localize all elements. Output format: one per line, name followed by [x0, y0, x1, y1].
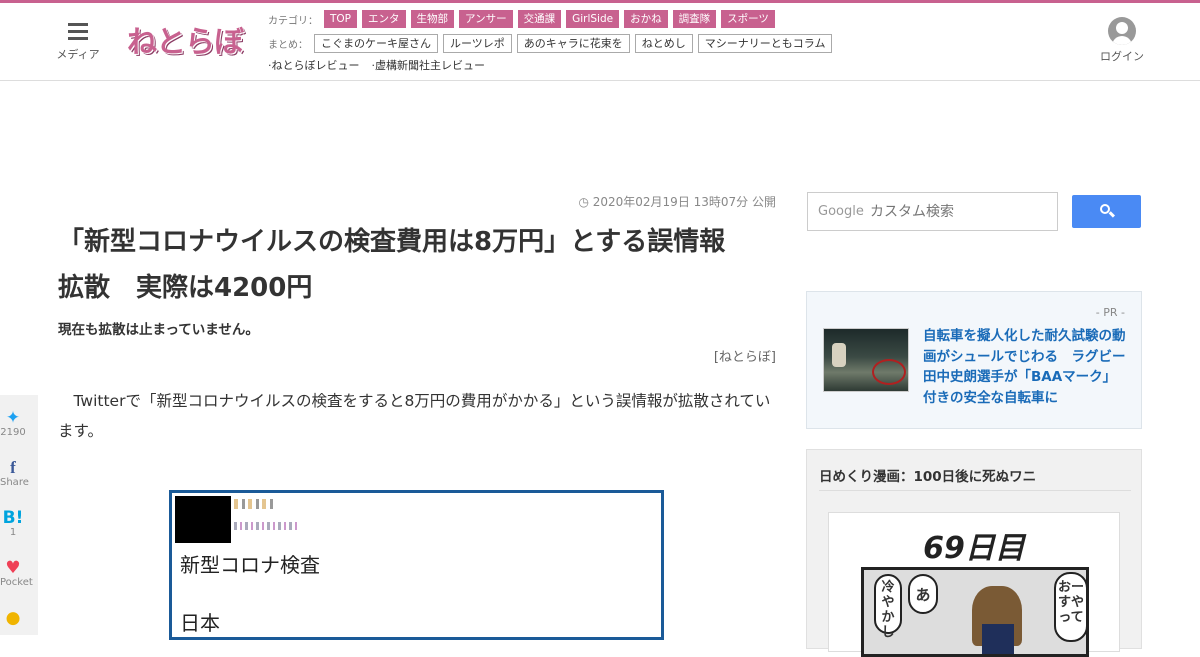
redacted-avatar	[175, 496, 231, 543]
hatena-bookmark-button[interactable]: B! 1	[0, 509, 26, 538]
manga-speech-bubble-3: おーすやって	[1054, 572, 1088, 642]
tweet-text-line2: 日本	[180, 611, 220, 635]
matome-nav: まとめ： こぐまのケーキ屋さん ルーツレポ あのキャラに花束を ねとめし マシー…	[268, 33, 837, 53]
crocodile-character	[972, 586, 1022, 654]
matome-link-roots[interactable]: ルーツレポ	[443, 33, 512, 53]
article-source[interactable]: [ねとらぼ]	[600, 346, 776, 365]
review-link-kyoko[interactable]: ·虚構新聞社主レビュー	[372, 57, 486, 73]
site-logo[interactable]: ねとらぼ	[127, 17, 244, 61]
facebook-share-button[interactable]: f Share	[0, 458, 29, 489]
review-link-netorabo[interactable]: ·ねとらぼレビュー	[268, 57, 360, 73]
twitter-share-count: 2190	[0, 427, 26, 438]
manga-day-title: 69日目	[923, 531, 1025, 566]
manga-speech-bubble-1: 冷やかし	[874, 574, 902, 640]
custom-search-box: Google	[807, 192, 1058, 231]
hatena-bookmark-count: 1	[9, 527, 17, 538]
pixelated-handle	[234, 522, 298, 530]
pocket-icon: ♥	[5, 558, 21, 578]
pr-article-card[interactable]: - PR - 自転車を擬人化した耐久試験の動画がシュールでじわる ラグビー田中史…	[806, 291, 1142, 429]
pocket-button[interactable]: ♥ Pocket	[0, 558, 33, 588]
pixelated-username	[234, 499, 274, 509]
speech-bubble-icon: ●	[5, 608, 21, 628]
category-tab-answer[interactable]: アンサー	[459, 10, 513, 28]
pr-article-link[interactable]: 自転車を擬人化した耐久試験の動画がシュールでじわる ラグビー田中史朗選手が「BA…	[923, 326, 1129, 408]
manga-widget: 日めくり漫画：100日後に死ぬワニ 69日目 冷やかし あ おーすやって	[806, 449, 1142, 657]
facebook-icon: f	[10, 458, 16, 477]
manga-card[interactable]: 69日目 冷やかし あ おーすやって	[828, 512, 1120, 657]
category-tab-enta[interactable]: エンタ	[362, 10, 406, 28]
manga-speech-bubble-2: あ	[908, 574, 938, 614]
menu-label: メディア	[56, 48, 100, 61]
tweet-text-line1: 新型コロナ検査	[180, 553, 320, 577]
search-input[interactable]	[870, 202, 1050, 222]
article-title-line2: 拡散 実際は4200円	[58, 273, 313, 303]
manga-panel: 冷やかし あ おーすやって	[861, 567, 1089, 657]
category-label: カテゴリ：	[268, 15, 318, 27]
pocket-label: Pocket	[0, 577, 33, 588]
review-nav: ·ねとらぼレビュー ·虚構新聞社主レビュー	[268, 56, 497, 74]
facebook-share-label: Share	[0, 477, 29, 488]
share-sidebar: ✦ 2190 f Share B! 1 ♥ Pocket ●	[0, 395, 38, 635]
category-tab-girlside[interactable]: GirlSide	[566, 10, 620, 28]
category-tab-chousatai[interactable]: 調査隊	[672, 10, 717, 28]
category-tab-seibutsubu[interactable]: 生物部	[410, 10, 455, 28]
publish-date: ◷ 2020年02月19日 13時07分 公開	[578, 195, 776, 209]
search-icon-handle	[1108, 211, 1116, 218]
pr-thumbnail[interactable]	[823, 328, 909, 392]
search-button[interactable]	[1072, 195, 1141, 228]
matome-label: まとめ：	[268, 39, 308, 51]
tweet-screenshot: 新型コロナ検査 日本	[169, 490, 664, 640]
login-label: ログイン	[1100, 50, 1144, 63]
matome-link-hanataba[interactable]: あのキャラに花束を	[516, 33, 630, 53]
hatena-bookmark-icon: B!	[2, 508, 24, 528]
article-title-line1: 「新型コロナウイルスの検査費用は8万円」とする誤情報	[58, 227, 726, 257]
matome-link-koguma[interactable]: こぐまのケーキ屋さん	[314, 33, 438, 53]
user-avatar-icon	[1108, 17, 1136, 45]
twitter-share-button[interactable]: ✦ 2190	[0, 409, 26, 438]
category-tab-top[interactable]: TOP	[324, 10, 358, 28]
category-nav: カテゴリ： TOP エンタ 生物部 アンサー 交通課 GirlSide おかね …	[268, 10, 780, 28]
article-body: Twitterで「新型コロナウイルスの検査をすると8万円の費用がかかる」という誤…	[58, 392, 771, 440]
media-menu-button[interactable]: メディア	[56, 21, 100, 62]
category-tab-koutsuuka[interactable]: 交通課	[517, 10, 562, 28]
matome-link-machinery[interactable]: マシーナリーともコラム	[697, 33, 833, 53]
matome-link-netomeshi[interactable]: ねとめし	[634, 33, 693, 53]
hamburger-icon	[68, 23, 88, 41]
pr-label: - PR -	[1095, 306, 1125, 319]
category-tab-okane[interactable]: おかね	[624, 10, 668, 28]
manga-divider	[819, 490, 1131, 491]
article-title: 「新型コロナウイルスの検査費用は8万円」とする誤情報 拡散 実際は4200円	[58, 219, 778, 311]
article-subtitle: 現在も拡散は止まっていません。	[58, 322, 259, 338]
site-header: メディア ねとらぼ カテゴリ： TOP エンタ 生物部 アンサー 交通課 Gir…	[0, 3, 1200, 81]
line-share-button[interactable]: ●	[0, 609, 26, 627]
login-button[interactable]: ログイン	[1098, 17, 1146, 64]
twitter-icon: ✦	[5, 408, 21, 428]
category-tab-sports[interactable]: スポーツ	[721, 10, 775, 28]
google-brand-label: Google	[818, 204, 864, 219]
manga-heading: 日めくり漫画：100日後に死ぬワニ	[819, 469, 1037, 485]
